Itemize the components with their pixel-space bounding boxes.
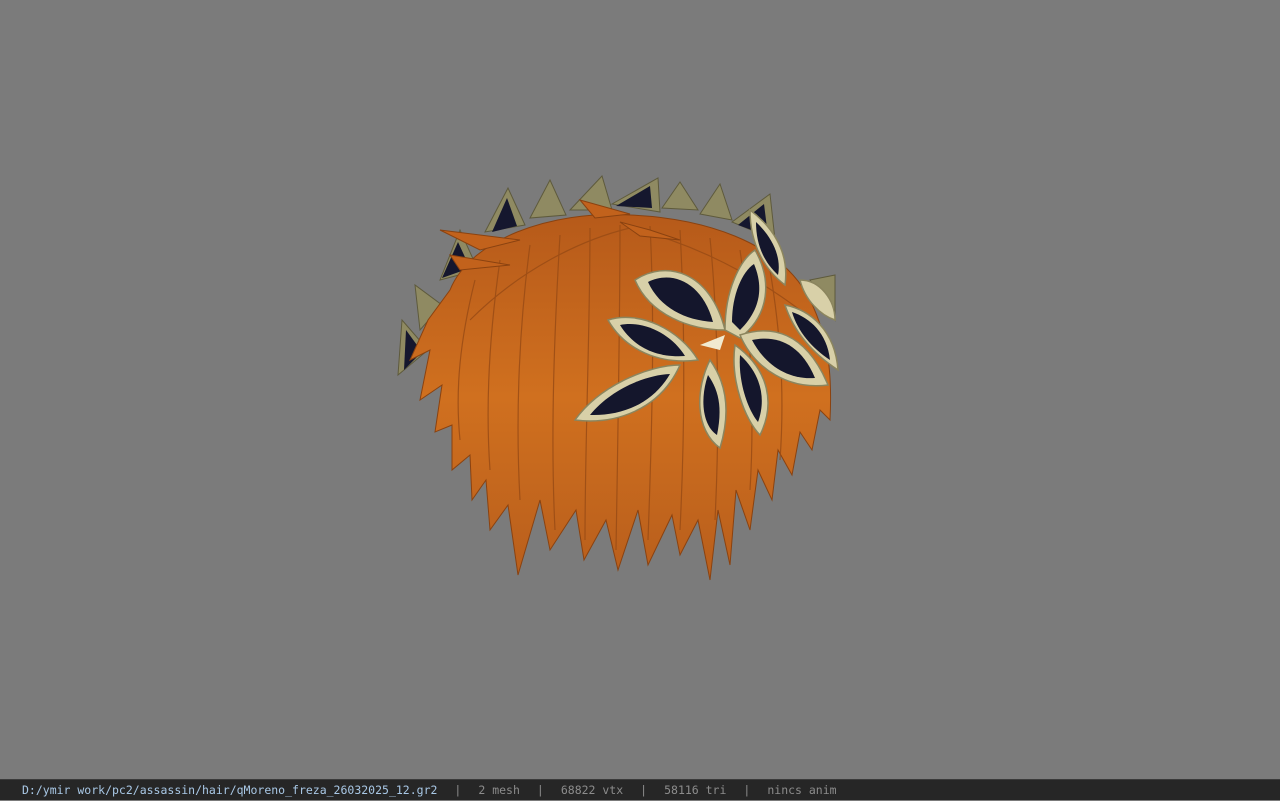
separator: | [454, 782, 462, 797]
vertex-count-label: 68822 vtx [560, 782, 624, 797]
separator: | [640, 782, 648, 797]
hair-model-render[interactable] [380, 170, 870, 600]
separator: | [743, 782, 751, 797]
3d-viewport[interactable] [0, 0, 1280, 779]
file-path-label: D:/ymir work/pc2/assassin/hair/qMoreno_f… [22, 782, 438, 797]
mesh-count-label: 2 mesh [478, 782, 520, 797]
anim-status-label: nincs anim [767, 782, 837, 797]
triangle-count-label: 58116 tri [664, 782, 727, 797]
status-bar: D:/ymir work/pc2/assassin/hair/qMoreno_f… [0, 779, 1280, 800]
separator: | [536, 782, 544, 797]
